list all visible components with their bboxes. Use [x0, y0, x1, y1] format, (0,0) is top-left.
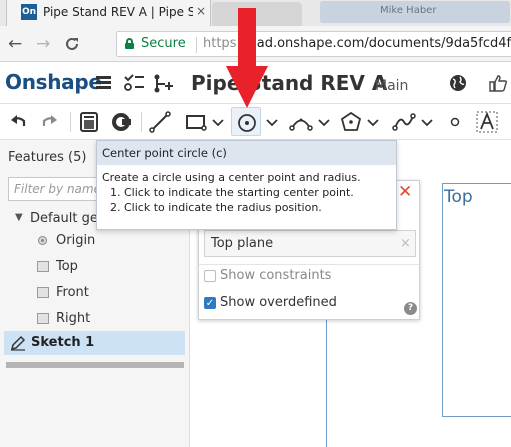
pencil-icon [10, 335, 26, 351]
close-icon[interactable]: ✕ [398, 182, 412, 202]
help-icon[interactable]: ? [404, 302, 417, 315]
tree-item-label: Default geo [30, 211, 106, 226]
checkbox-checked[interactable]: ✓ [204, 297, 216, 309]
globe-icon[interactable] [449, 74, 467, 92]
plane-edge-line [442, 183, 511, 184]
checkbox-label: Show constraints [220, 268, 332, 283]
version-graph-icon[interactable] [152, 73, 176, 93]
clear-field-icon[interactable]: × [400, 236, 411, 251]
lock-icon [125, 38, 134, 49]
center-point-circle-icon[interactable] [236, 111, 258, 133]
sketch-icon[interactable] [110, 111, 132, 133]
tree-item-front[interactable]: Front [0, 281, 189, 305]
plane-edge-line [442, 416, 511, 417]
feature-filter-placeholder: Filter by name o [14, 182, 104, 196]
checkbox-label: Show overdefined [220, 295, 337, 310]
plane-icon [37, 287, 49, 298]
tree-item-label: Right [56, 311, 91, 326]
circle-dropdown-chevron-down-icon[interactable] [266, 111, 278, 133]
address-divider [196, 37, 197, 53]
tree-item-label: Top [56, 259, 78, 274]
text-icon[interactable] [476, 111, 498, 133]
tree-item-sketch-1[interactable]: Sketch 1 [4, 331, 185, 355]
polygon-icon[interactable] [340, 111, 362, 133]
onshape-logo[interactable]: Onshape [5, 70, 102, 94]
tab-close-icon[interactable]: × [196, 4, 206, 18]
branch-label[interactable]: Main [375, 78, 408, 94]
tree-item-top[interactable]: Top [0, 255, 189, 279]
tooltip-description: Create a circle using a center point and… [102, 171, 361, 184]
sketch-plane-value: Top plane [211, 236, 274, 251]
feature-panel-scrollbar[interactable] [6, 362, 184, 368]
onshape-window: On Pipe Stand REV A | Pipe S × Mike Habe… [0, 0, 511, 447]
arc-dropdown-chevron-down-icon[interactable] [318, 111, 330, 133]
tree-item-label: Sketch 1 [31, 335, 95, 350]
back-button[interactable]: ← [8, 34, 22, 54]
sketch-toolbar [0, 104, 511, 140]
like-icon[interactable] [488, 74, 508, 92]
plane-edge-line [442, 183, 443, 417]
menu-icon[interactable] [96, 76, 111, 89]
rectangle-dropdown-chevron-down-icon[interactable] [212, 111, 224, 133]
window-user-name: Mike Haber [380, 5, 437, 16]
plane-icon [37, 261, 49, 272]
redo-icon[interactable] [41, 111, 59, 133]
reload-icon[interactable] [64, 36, 80, 52]
browser-tab-active[interactable]: On Pipe Stand REV A | Pipe S × [6, 0, 211, 26]
origin-icon [39, 237, 46, 244]
window-user-badge: Mike Haber [320, 1, 510, 23]
undo-icon[interactable] [9, 111, 27, 133]
point-icon[interactable] [449, 111, 461, 133]
plane-icon [37, 313, 49, 324]
tree-item-origin[interactable]: Origin [0, 229, 189, 253]
tool-tooltip: Center point circle (c) Create a circle … [96, 140, 397, 230]
annotation-arrow-icon [226, 8, 268, 108]
spline-icon[interactable] [392, 111, 416, 133]
tree-item-label: Front [56, 285, 89, 300]
url-field[interactable]: Secure https://cad.onshape.com/documents… [116, 31, 511, 57]
tab-title: Pipe Stand REV A | Pipe S [43, 5, 193, 19]
toolbar-divider [141, 112, 142, 132]
features-heading: Features (5) [8, 150, 87, 165]
tooltip-title: Center point circle (c) [102, 146, 227, 160]
onshape-favicon-icon: On [21, 4, 37, 20]
spline-dropdown-chevron-down-icon[interactable] [421, 111, 433, 133]
caret-down-icon[interactable]: ▼ [15, 212, 23, 223]
arc-icon[interactable] [289, 111, 313, 133]
feature-tree-toggle-icon[interactable] [123, 73, 145, 93]
tree-item-right[interactable]: Right [0, 307, 189, 331]
top-plane-label[interactable]: Top [444, 187, 473, 207]
document-title[interactable]: Pipe Stand REV A [191, 71, 387, 95]
tree-item-label: Origin [56, 233, 96, 248]
toolbar-divider [70, 112, 71, 132]
tooltip-step: 1. Click to indicate the starting center… [110, 186, 354, 199]
feature-list-icon[interactable] [78, 111, 100, 133]
polygon-dropdown-chevron-down-icon[interactable] [367, 111, 379, 133]
rectangle-icon[interactable] [185, 111, 207, 133]
tooltip-step: 2. Click to indicate the radius position… [110, 201, 322, 214]
line-icon[interactable] [149, 111, 171, 133]
tooltip-header: Center point circle (c) [97, 141, 396, 165]
checkbox-unchecked[interactable] [204, 270, 216, 282]
dialog-divider [199, 264, 419, 265]
secure-label: Secure [141, 36, 186, 51]
url-path: cad.onshape.com/documents/9da5fcd4f01 [249, 36, 511, 51]
sketch-plane-field[interactable]: Top plane × [204, 230, 416, 257]
forward-button[interactable]: → [36, 34, 50, 54]
